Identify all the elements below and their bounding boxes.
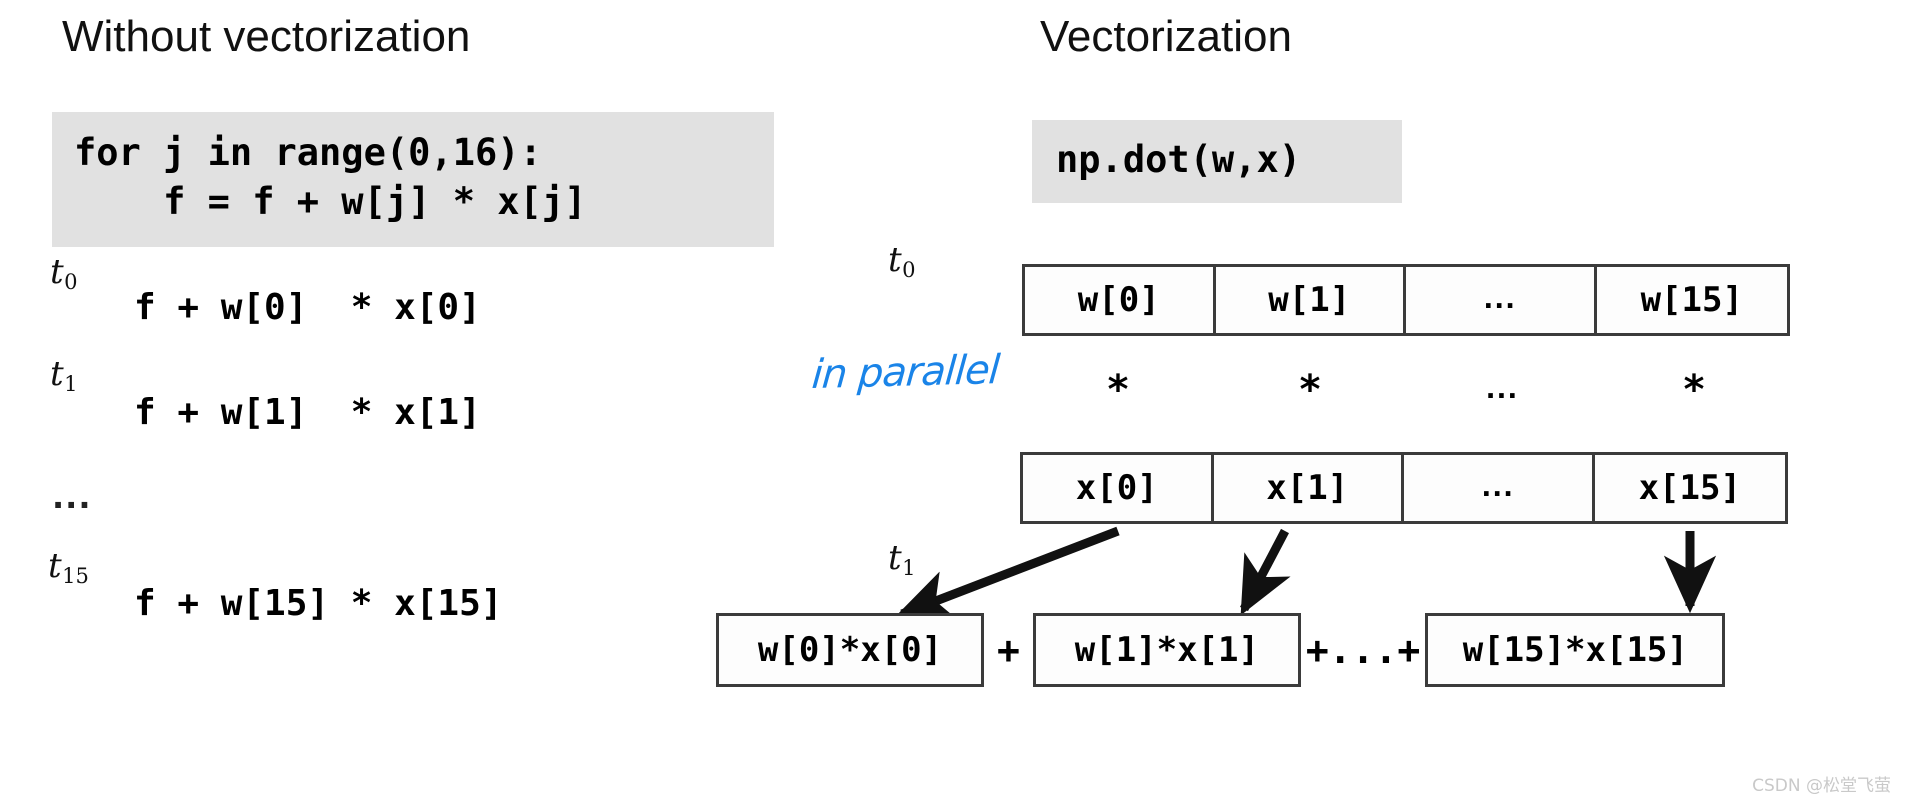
multiply-operator-0: * bbox=[1105, 367, 1131, 413]
left-steps-ellipsis: ... bbox=[52, 478, 92, 516]
product-sum-row: w[0]*x[0] + w[1]*x[1] +...+ w[15]*x[15] bbox=[716, 613, 1726, 687]
w-vector-cell-0[interactable]: w[0] bbox=[1025, 267, 1216, 333]
right-t0-time-index: 0 bbox=[902, 257, 916, 283]
w-vector-cell-ellipsis: ... bbox=[1406, 267, 1597, 333]
x-vector-cell-15[interactable]: x[15] bbox=[1595, 455, 1786, 521]
right-t1-time-index: 1 bbox=[902, 555, 916, 581]
in-parallel-annotation: in parallel bbox=[810, 347, 1001, 399]
right-code-block: np.dot(w,x) bbox=[1032, 120, 1402, 203]
product-separator-1: +...+ bbox=[1305, 628, 1421, 672]
product-box-1[interactable]: w[1]*x[1] bbox=[1032, 613, 1301, 687]
right-t1-time-letter: t bbox=[888, 538, 902, 578]
right-t1-time-label: t1 bbox=[888, 538, 916, 581]
product-separator-0: + bbox=[997, 628, 1020, 672]
x-vector-cell-1[interactable]: x[1] bbox=[1214, 455, 1404, 521]
left-step-last-time-index: 15 bbox=[62, 563, 89, 589]
right-t0-time-letter: t bbox=[888, 240, 902, 280]
multiply-operator-ellipsis: ... bbox=[1485, 375, 1519, 405]
left-step-1-time-label: t1 bbox=[50, 354, 78, 397]
left-column-title: Without vectorization bbox=[62, 12, 471, 61]
left-code-block: for j in range(0,16): f = f + w[j] * x[j… bbox=[52, 112, 774, 247]
left-step-0-time-index: 0 bbox=[64, 269, 78, 295]
product-box-15[interactable]: w[15]*x[15] bbox=[1425, 613, 1726, 687]
w-vector-cell-1[interactable]: w[1] bbox=[1216, 267, 1406, 333]
multiply-operator-15: * bbox=[1681, 367, 1707, 413]
x-vector-row: x[0] x[1] ... x[15] bbox=[1020, 452, 1788, 524]
arrow-x1-to-product1 bbox=[1240, 528, 1291, 616]
right-column-title: Vectorization bbox=[1040, 12, 1292, 61]
arrow-x0-to-product0 bbox=[895, 526, 1120, 621]
x-vector-cell-0[interactable]: x[0] bbox=[1023, 455, 1214, 521]
right-t0-time-label: t0 bbox=[888, 240, 916, 283]
left-step-last-time-label: t15 bbox=[48, 546, 89, 589]
left-step-0-expression: f + w[0] * x[0] bbox=[134, 287, 481, 328]
left-step-last-expression: f + w[15] * x[15] bbox=[134, 583, 503, 624]
left-step-1-time-letter: t bbox=[50, 354, 64, 394]
left-step-1-time-index: 1 bbox=[64, 371, 78, 397]
w-vector-cell-15[interactable]: w[15] bbox=[1597, 267, 1788, 333]
left-step-0-time-label: t0 bbox=[50, 252, 78, 295]
multiply-operator-row: * * ... * bbox=[1022, 367, 1790, 413]
csdn-watermark: CSDN @松堂飞萤 bbox=[1752, 776, 1891, 796]
multiply-operator-1: * bbox=[1297, 367, 1323, 413]
left-step-1-expression: f + w[1] * x[1] bbox=[134, 392, 481, 433]
slide-canvas: Without vectorization for j in range(0,1… bbox=[0, 0, 1907, 806]
x-vector-cell-ellipsis: ... bbox=[1404, 455, 1595, 521]
left-step-last-time-letter: t bbox=[48, 546, 62, 586]
left-step-0-time-letter: t bbox=[50, 252, 64, 292]
product-box-0[interactable]: w[0]*x[0] bbox=[716, 613, 984, 687]
w-vector-row: w[0] w[1] ... w[15] bbox=[1022, 264, 1790, 336]
